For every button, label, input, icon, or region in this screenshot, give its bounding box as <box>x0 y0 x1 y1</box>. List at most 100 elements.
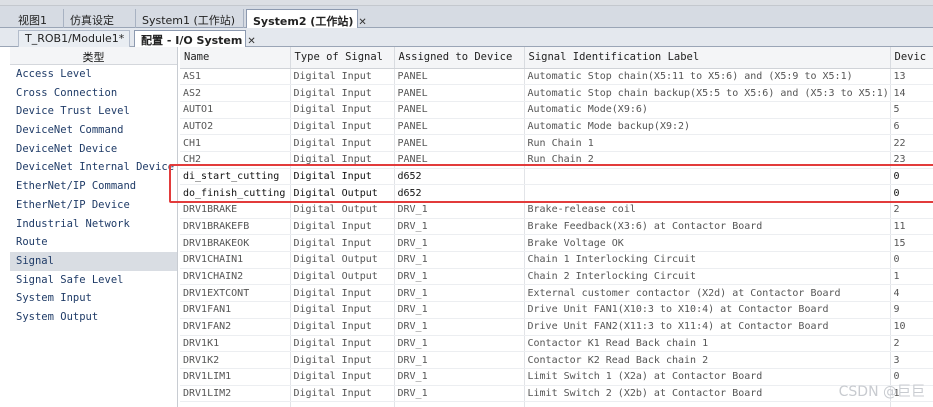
type-item[interactable]: Signal Safe Level <box>10 271 177 290</box>
table-row[interactable]: DRV1FAN1 Digital Input DRV_1 Drive Unit FAN… <box>180 301 933 319</box>
tab-view1[interactable]: 视图1 <box>12 9 64 28</box>
tab-io-system-config[interactable]: 配置 - I/O System ✕ <box>134 30 256 47</box>
close-icon[interactable]: ✕ <box>358 17 366 28</box>
cell-name[interactable]: AS2 <box>180 84 291 102</box>
column-header-device[interactable]: Assigned to Device <box>394 47 525 69</box>
cell-name[interactable]: DRV1CHAIN2 <box>180 268 291 286</box>
cell-type[interactable]: Digital Input <box>290 168 395 186</box>
cell-device-mapping[interactable]: 23 <box>890 151 933 169</box>
close-icon[interactable]: ✕ <box>247 36 255 47</box>
cell-label[interactable]: Automatic Stop chain backup(X5:5 to X5:6… <box>524 84 891 102</box>
column-header-device-mapping[interactable]: Devic <box>890 47 933 69</box>
type-item[interactable]: Industrial Network <box>10 215 177 234</box>
cell-name[interactable]: DRV1BRAKEFB <box>180 218 291 236</box>
cell-name[interactable]: AS1 <box>180 68 291 86</box>
column-header-name[interactable]: Name <box>180 47 291 69</box>
cell-device-mapping[interactable]: 5 <box>890 101 933 119</box>
table-row[interactable]: DRV1K1 Digital Input DRV_1 Contactor K1 Rea… <box>180 335 933 353</box>
cell-device[interactable]: DRV_1 <box>394 251 525 269</box>
cell-name[interactable]: di_start_cutting <box>180 168 291 186</box>
cell-name[interactable] <box>180 401 291 407</box>
cell-label[interactable]: Chain 1 Interlocking Circuit <box>524 251 891 269</box>
cell-label[interactable] <box>524 401 891 407</box>
cell-device-mapping[interactable]: 0 <box>890 251 933 269</box>
cell-name[interactable]: CH2 <box>180 151 291 169</box>
cell-device[interactable]: d652 <box>394 168 525 186</box>
tab-module1[interactable]: T_ROB1/Module1* <box>18 30 130 47</box>
cell-device[interactable]: DRV_1 <box>394 318 525 336</box>
cell-type[interactable]: Digital Input <box>290 218 395 236</box>
cell-device[interactable]: PANEL <box>394 84 525 102</box>
type-item[interactable]: Route <box>10 233 177 252</box>
table-row[interactable]: DRV1BRAKEOK Digital Input DRV_1 Brake Volta… <box>180 234 933 253</box>
cell-label[interactable]: Limit Switch 1 (X2a) at Contactor Board <box>524 368 891 386</box>
cell-type[interactable]: Digital Input <box>290 101 395 119</box>
cell-name[interactable]: DRV1EXTCONT <box>180 284 291 303</box>
cell-device[interactable]: DRV_1 <box>394 368 525 386</box>
cell-device-mapping[interactable]: 11 <box>890 218 933 236</box>
table-row[interactable]: DRV1K2 Digital Input DRV_1 Contactor K2 Rea… <box>180 351 933 369</box>
cell-type[interactable]: Digital Input <box>290 368 395 386</box>
cell-name[interactable]: AUTO2 <box>180 118 291 136</box>
cell-type[interactable]: Digital Input <box>290 234 395 253</box>
cell-name[interactable]: AUTO1 <box>180 101 291 119</box>
cell-type[interactable]: Digital Input <box>290 301 395 319</box>
type-item[interactable]: Cross Connection <box>10 84 177 103</box>
cell-label[interactable]: Run Chain 2 <box>524 151 891 169</box>
cell-device[interactable]: DRV_1 <box>394 335 525 353</box>
cell-device-mapping[interactable]: 22 <box>890 134 933 152</box>
table-row[interactable]: CH1 Digital Input PANEL Run Chain 1 22 <box>180 134 933 152</box>
cell-label[interactable]: Limit Switch 2 (X2b) at Contactor Board <box>524 385 891 403</box>
cell-name[interactable]: CH1 <box>180 134 291 152</box>
cell-device-mapping[interactable]: 15 <box>890 234 933 253</box>
cell-type[interactable]: Digital Input <box>290 151 395 169</box>
cell-device[interactable]: DRV_1 <box>394 268 525 286</box>
table-row[interactable]: DRV1LIM1 Digital Input DRV_1 Limit Switch 1… <box>180 368 933 386</box>
cell-device-mapping[interactable]: 2 <box>890 335 933 353</box>
table-row[interactable]: AUTO2 Digital Input PANEL Automatic Mode ba… <box>180 118 933 136</box>
cell-device-mapping[interactable]: 6 <box>890 118 933 136</box>
type-item[interactable]: System Output <box>10 308 177 327</box>
cell-type[interactable] <box>290 401 395 407</box>
cell-label[interactable] <box>524 168 891 186</box>
cell-label[interactable]: External customer contactor (X2d) at Con… <box>524 284 891 303</box>
cell-type[interactable]: Digital Input <box>290 335 395 353</box>
cell-device[interactable]: DRV_1 <box>394 201 525 219</box>
table-row[interactable]: DRV1FAN2 Digital Input DRV_1 Drive Unit FAN… <box>180 318 933 336</box>
table-row[interactable]: AS2 Digital Input PANEL Automatic Stop chai… <box>180 84 933 102</box>
cell-device[interactable]: DRV_1 <box>394 218 525 236</box>
table-row[interactable]: CH2 Digital Input PANEL Run Chain 2 23 <box>180 151 933 169</box>
cell-device-mapping[interactable]: 0 <box>890 168 933 186</box>
tab-simulation-settings[interactable]: 仿真设定 <box>64 9 136 28</box>
cell-device-mapping[interactable]: 3 <box>890 351 933 369</box>
type-item[interactable]: DeviceNet Device <box>10 140 177 159</box>
cell-device-mapping[interactable]: 0 <box>890 184 933 202</box>
cell-name[interactable]: DRV1CHAIN1 <box>180 251 291 269</box>
cell-device-mapping[interactable]: 14 <box>890 84 933 102</box>
cell-type[interactable]: Digital Input <box>290 134 395 152</box>
table-row[interactable]: DRV1BRAKE Digital Output DRV_1 Brake-releas… <box>180 201 933 219</box>
type-item[interactable]: Access Level <box>10 65 177 84</box>
cell-device[interactable] <box>394 401 525 407</box>
table-row[interactable]: di_start_cutting Digital Input d652 0 <box>180 168 933 186</box>
cell-label[interactable]: Chain 2 Interlocking Circuit <box>524 268 891 286</box>
cell-type[interactable]: Digital Input <box>290 318 395 336</box>
cell-label[interactable]: Drive Unit FAN2(X11:3 to X11:4) at Conta… <box>524 318 891 336</box>
cell-label[interactable]: Brake-release coil <box>524 201 891 219</box>
cell-device[interactable]: d652 <box>394 184 525 202</box>
cell-type[interactable]: Digital Input <box>290 84 395 102</box>
table-row[interactable]: DRV1LIM2 Digital Input DRV_1 Limit Switch 2… <box>180 385 933 403</box>
type-item[interactable]: System Input <box>10 289 177 308</box>
cell-label[interactable]: Automatic Stop chain(X5:11 to X5:6) and … <box>524 68 891 86</box>
cell-name[interactable]: DRV1K1 <box>180 335 291 353</box>
cell-type[interactable]: Digital Input <box>290 68 395 86</box>
type-item[interactable]: Device Trust Level <box>10 102 177 121</box>
cell-type[interactable]: Digital Output <box>290 268 395 286</box>
cell-device[interactable]: PANEL <box>394 101 525 119</box>
table-row[interactable]: AS1 Digital Input PANEL Automatic Stop chai… <box>180 68 933 86</box>
table-row[interactable] <box>180 401 933 407</box>
cell-device-mapping[interactable] <box>890 401 933 407</box>
cell-label[interactable]: Drive Unit FAN1(X10:3 to X10:4) at Conta… <box>524 301 891 319</box>
cell-name[interactable]: DRV1K2 <box>180 351 291 369</box>
cell-type[interactable]: Digital Output <box>290 251 395 269</box>
